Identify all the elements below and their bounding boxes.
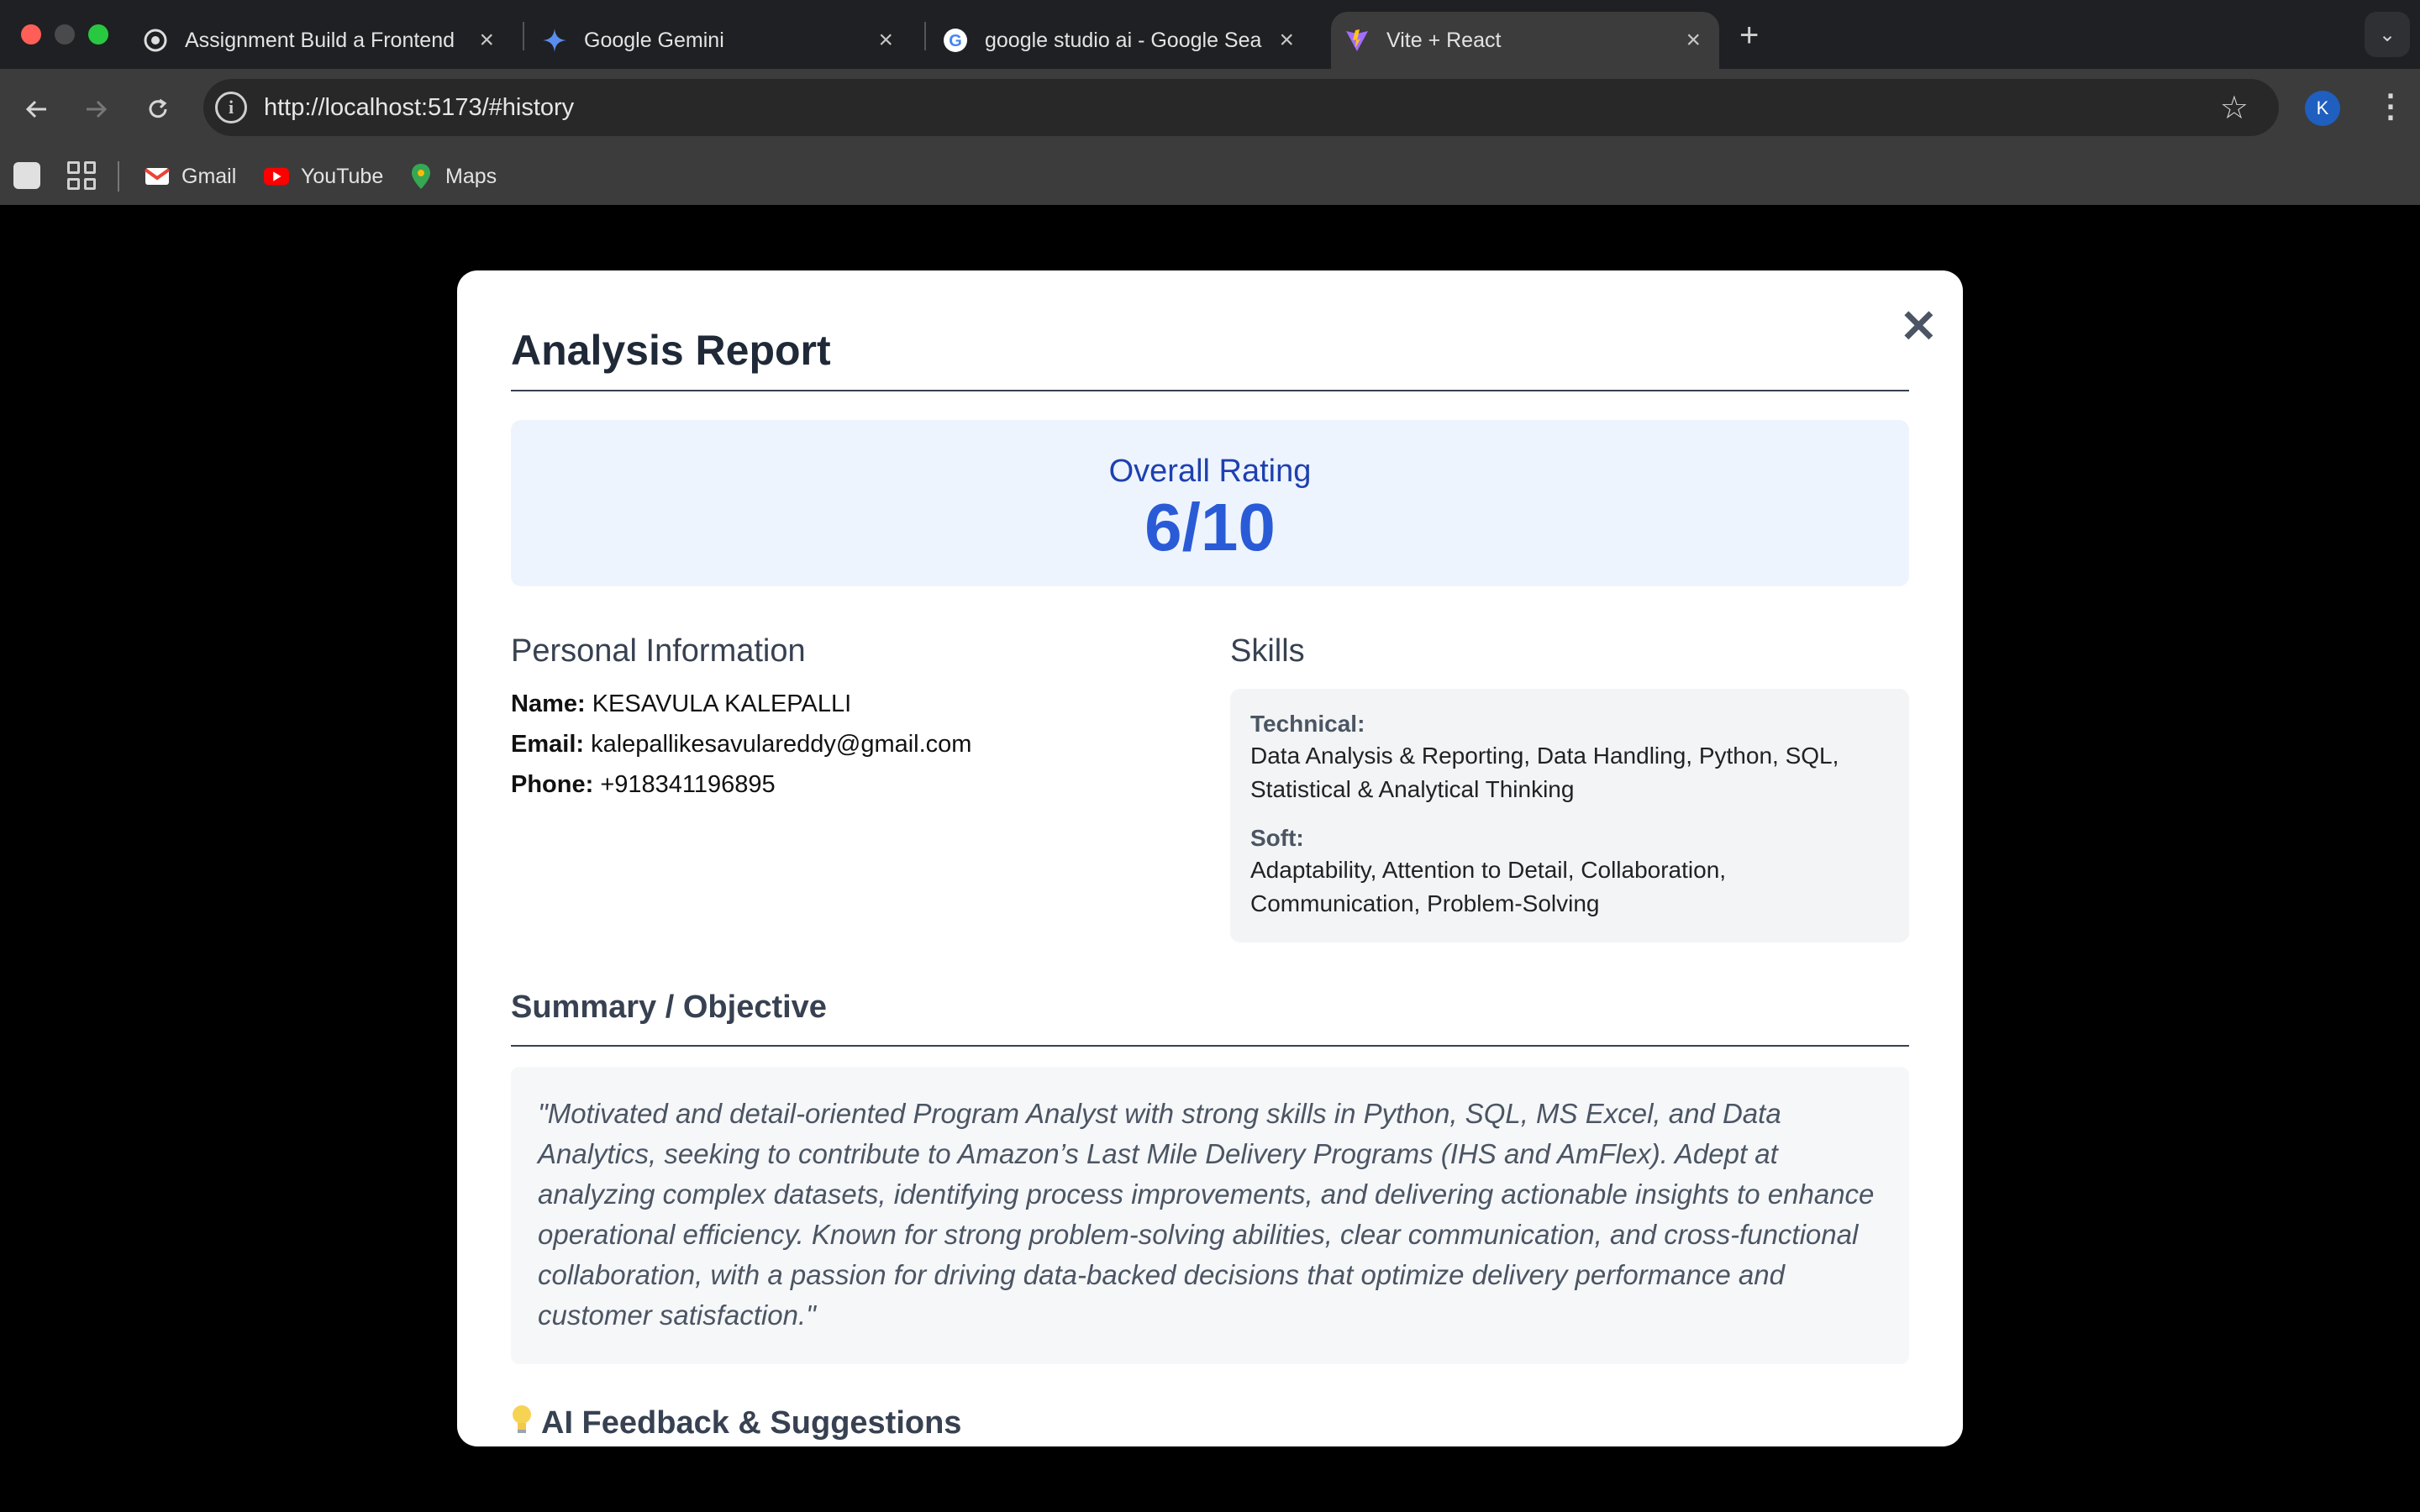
- maximize-window-button[interactable]: [88, 24, 108, 45]
- summary-text: "Motivated and detail-oriented Program A…: [538, 1098, 1875, 1331]
- bookmark-gmail[interactable]: Gmail: [145, 158, 236, 195]
- close-window-button[interactable]: [21, 24, 41, 45]
- url-text[interactable]: http://localhost:5173/#history: [264, 94, 574, 122]
- close-icon[interactable]: ×: [1279, 26, 1294, 55]
- name-label: Name:: [511, 690, 586, 717]
- browser-menu-icon[interactable]: ⋮: [2375, 87, 2407, 125]
- back-button[interactable]: [17, 89, 57, 129]
- back-arrow-icon: [25, 100, 46, 118]
- maps-icon: [408, 164, 434, 189]
- tab-separator: [523, 22, 524, 50]
- tab-groups-icon[interactable]: [13, 162, 40, 189]
- phone-value: +918341196895: [600, 771, 776, 798]
- reload-button[interactable]: [138, 89, 178, 129]
- google-icon: G: [943, 28, 968, 53]
- bookmark-star-icon[interactable]: ☆: [2220, 89, 2249, 127]
- vite-icon: [1344, 28, 1370, 53]
- soft-skills-label: Soft:: [1250, 825, 1304, 851]
- bookmark-label: Maps: [445, 164, 497, 188]
- tab-title: google studio ai - Google Sea: [985, 28, 1262, 52]
- close-icon[interactable]: ✕: [1900, 304, 1938, 349]
- rating-value: 6/10: [1144, 490, 1276, 564]
- close-icon[interactable]: ×: [1686, 26, 1701, 55]
- title-divider: [511, 390, 1909, 391]
- tab-search-button[interactable]: ⌄: [2365, 12, 2410, 57]
- tab-title: Vite + React: [1386, 28, 1502, 52]
- skills-heading: Skills: [1230, 633, 1305, 669]
- tab-gemini[interactable]: Google Gemini ×: [542, 12, 912, 69]
- technical-skills-value: Data Analysis & Reporting, Data Handling…: [1250, 743, 1839, 802]
- apps-grid-icon[interactable]: [67, 161, 96, 190]
- phone-label: Phone:: [511, 771, 594, 798]
- browser-toolbar: i http://localhost:5173/#history ☆ K ⋮: [0, 69, 2420, 150]
- tab-title: Assignment Build a Frontend: [185, 28, 455, 52]
- ai-feedback-title: AI Feedback & Suggestions: [541, 1405, 962, 1441]
- browser-titlebar: Assignment Build a Frontend × Google Gem…: [0, 0, 2420, 69]
- lightbulb-icon: [511, 1404, 533, 1442]
- reload-icon: [149, 98, 167, 118]
- summary-card: "Motivated and detail-oriented Program A…: [511, 1067, 1909, 1364]
- rating-label: Overall Rating: [1108, 454, 1312, 489]
- email-value: kalepallikesavulareddy@gmail.com: [591, 731, 972, 758]
- github-icon: [143, 28, 168, 53]
- tab-assignment[interactable]: Assignment Build a Frontend ×: [143, 12, 513, 69]
- personal-info-heading: Personal Information: [511, 633, 806, 669]
- email-label: Email:: [511, 731, 585, 758]
- address-bar[interactable]: i http://localhost:5173/#history ☆: [203, 79, 2279, 136]
- tab-separator: [924, 22, 926, 50]
- skills-card: Technical: Data Analysis & Reporting, Da…: [1230, 689, 1909, 942]
- bookmark-label: Gmail: [182, 164, 237, 188]
- bookmark-youtube[interactable]: YouTube: [264, 158, 383, 195]
- soft-skills-value: Adaptability, Attention to Detail, Colla…: [1250, 857, 1727, 916]
- tab-google-search[interactable]: G google studio ai - Google Sea ×: [943, 12, 1313, 69]
- analysis-report-modal: ✕ Analysis Report Overall Rating 6/10 Pe…: [457, 270, 1963, 1446]
- name-row: Name: KESAVULA KALEPALLI: [511, 690, 851, 718]
- bookmarks-bar: Gmail YouTube Maps: [0, 150, 2420, 205]
- summary-divider: [511, 1045, 1909, 1047]
- tab-title: Google Gemini: [584, 28, 724, 52]
- technical-skills-label: Technical:: [1250, 711, 1365, 737]
- email-row: Email: kalepallikesavulareddy@gmail.com: [511, 731, 971, 759]
- bookmark-maps[interactable]: Maps: [408, 158, 497, 195]
- bookmark-separator: [118, 161, 119, 192]
- youtube-icon: [264, 164, 289, 189]
- minimize-window-button[interactable]: [55, 24, 75, 45]
- new-tab-button[interactable]: +: [1739, 18, 1759, 52]
- ai-feedback-heading: AI Feedback & Suggestions: [511, 1404, 961, 1442]
- site-info-icon[interactable]: i: [215, 92, 247, 123]
- tab-vite-react[interactable]: Vite + React ×: [1331, 12, 1719, 69]
- forward-arrow-icon: [87, 100, 108, 118]
- bookmark-label: YouTube: [301, 164, 384, 188]
- gmail-icon: [145, 164, 170, 189]
- phone-row: Phone: +918341196895: [511, 771, 776, 799]
- profile-avatar[interactable]: K: [2305, 91, 2340, 126]
- overall-rating-card: Overall Rating 6/10: [511, 420, 1909, 586]
- summary-heading: Summary / Objective: [511, 990, 827, 1025]
- svg-text:G: G: [949, 32, 962, 50]
- modal-title: Analysis Report: [511, 327, 831, 374]
- name-value: KESAVULA KALEPALLI: [592, 690, 852, 717]
- forward-button[interactable]: [76, 89, 116, 129]
- close-icon[interactable]: ×: [878, 26, 893, 55]
- close-icon[interactable]: ×: [479, 26, 494, 55]
- gemini-icon: [542, 28, 567, 53]
